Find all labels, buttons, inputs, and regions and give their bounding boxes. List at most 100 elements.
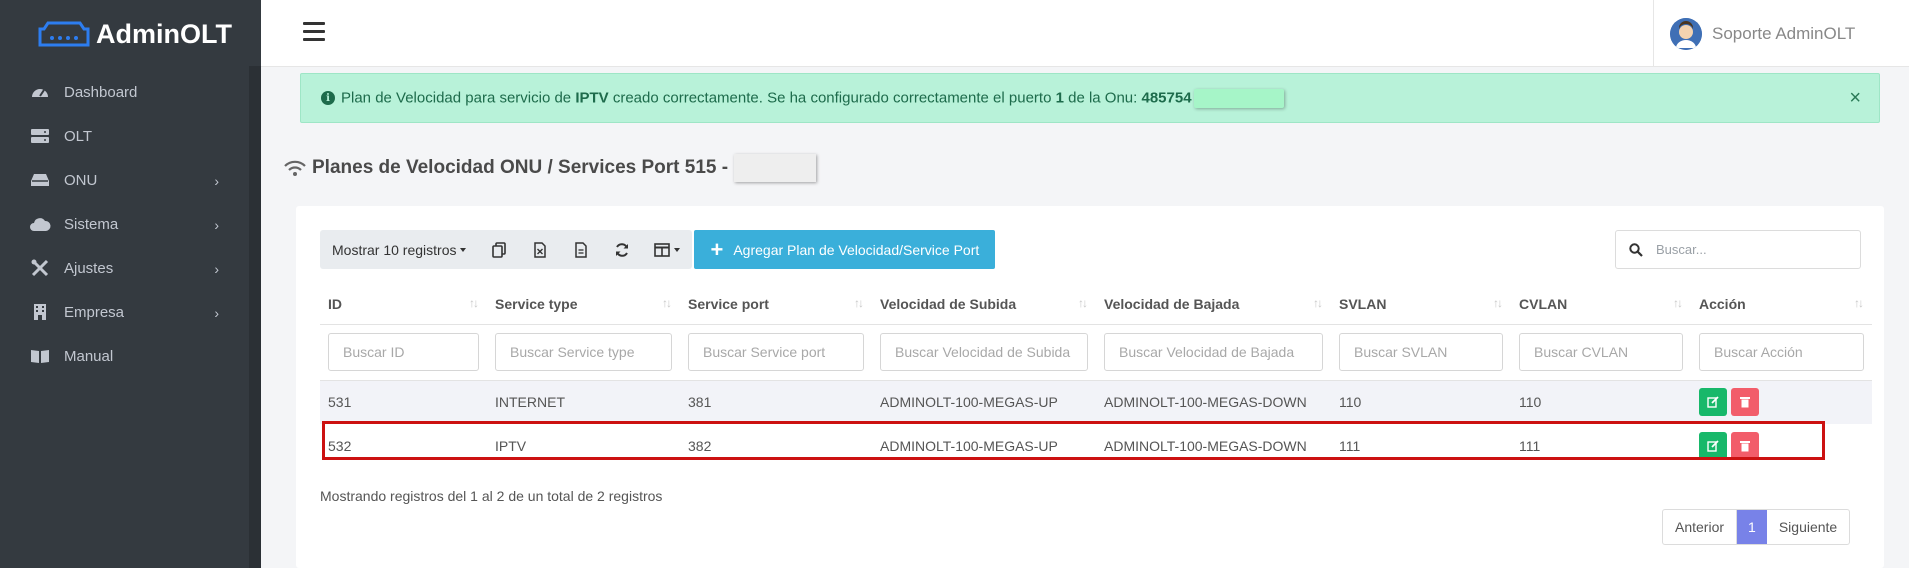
sidebar-item-label: OLT — [64, 127, 93, 145]
excel-button[interactable] — [519, 230, 560, 269]
sidebar-item-dashboard[interactable]: Dashboard — [0, 70, 261, 114]
column-header-id[interactable]: ID ↑↓ — [320, 284, 487, 325]
cell-svlan: 110 — [1331, 380, 1511, 424]
sort-icon: ↑↓ — [1493, 296, 1503, 310]
previous-page-button[interactable]: Anterior — [1663, 510, 1738, 544]
delete-button[interactable] — [1731, 388, 1759, 417]
avatar — [1670, 17, 1702, 50]
logo-icon — [38, 21, 90, 47]
cell-upload-speed: ADMINOLT-100-MEGAS-UP — [872, 380, 1096, 424]
edit-icon — [1707, 396, 1719, 408]
info-icon: i — [321, 91, 335, 105]
close-icon[interactable]: × — [1849, 87, 1861, 110]
page-length-dropdown[interactable]: Mostrar 10 registros — [320, 230, 478, 269]
header-label: Service type — [495, 295, 578, 312]
plus-icon: + — [710, 236, 724, 262]
column-header-download-speed[interactable]: Velocidad de Bajada ↑↓ — [1096, 284, 1331, 325]
add-speed-plan-button[interactable]: + Agregar Plan de Velocidad/Service Port — [694, 230, 996, 269]
trash-icon — [1740, 441, 1750, 452]
filter-upload-speed-input[interactable] — [880, 333, 1088, 371]
column-header-service-port[interactable]: Service port ↑↓ — [680, 284, 872, 325]
search-icon — [1616, 242, 1656, 257]
cell-download-speed: ADMINOLT-100-MEGAS-DOWN — [1104, 438, 1307, 454]
cell-upload-speed: ADMINOLT-100-MEGAS-UP — [880, 438, 1058, 454]
alert-text-2: creado correctamente. Se ha configurado … — [608, 88, 1056, 106]
filter-row — [320, 324, 1872, 381]
export-button-group: Mostrar 10 registros — [320, 230, 693, 269]
sort-icon: ↑↓ — [469, 296, 479, 310]
sort-icon: ↑↓ — [1313, 296, 1323, 310]
filter-download-speed-input[interactable] — [1104, 333, 1323, 371]
book-icon — [28, 346, 52, 366]
copy-icon — [492, 241, 506, 258]
filter-id-input[interactable] — [328, 333, 479, 371]
building-icon — [28, 302, 52, 322]
speed-plans-table: ID ↑↓ Service type ↑↓ Service port ↑↓ Veloc… — [320, 284, 1872, 468]
header-label: SVLAN — [1339, 295, 1387, 312]
sidebar: AdminOLT Dashboard OLT ONU › Sistema › A… — [0, 0, 261, 568]
filter-action-input[interactable] — [1699, 333, 1864, 371]
chevron-right-icon: › — [214, 173, 219, 189]
user-menu[interactable]: Soporte AdminOLT — [1653, 0, 1895, 67]
table-info: Mostrando registros del 1 al 2 de un tot… — [320, 488, 663, 504]
column-header-service-type[interactable]: Service type ↑↓ — [487, 284, 680, 325]
brand-name: AdminOLT — [96, 18, 232, 49]
caret-down-icon — [460, 247, 467, 252]
sidebar-item-label: Sistema — [64, 215, 119, 233]
page-title-text: Planes de Velocidad ONU / Services Port … — [312, 157, 729, 178]
column-header-action[interactable]: Acción ↑↓ — [1691, 284, 1872, 325]
filter-service-type-input[interactable] — [495, 333, 672, 371]
copy-button[interactable] — [478, 230, 519, 269]
chevron-right-icon: › — [214, 261, 219, 277]
page-1-button[interactable]: 1 — [1737, 510, 1767, 544]
column-header-cvlan[interactable]: CVLAN ↑↓ — [1511, 284, 1691, 325]
file-excel-icon — [534, 241, 546, 258]
sidebar-item-label: Ajustes — [64, 259, 114, 277]
hdd-icon — [28, 170, 52, 190]
delete-button[interactable] — [1731, 432, 1759, 460]
header-label: Velocidad de Bajada — [1104, 295, 1240, 312]
next-page-button[interactable]: Siguiente — [1767, 510, 1849, 544]
filter-service-port-input[interactable] — [688, 333, 864, 371]
header-label: CVLAN — [1519, 295, 1568, 312]
header-label: Service port — [688, 295, 769, 312]
brand[interactable]: AdminOLT — [0, 0, 261, 68]
search-input[interactable] — [1656, 242, 1846, 257]
cell-svlan: 111 — [1339, 438, 1361, 454]
alert-port: 1 — [1055, 88, 1064, 106]
sidebar-item-olt[interactable]: OLT — [0, 114, 261, 158]
menu-toggle-icon[interactable] — [303, 22, 325, 42]
column-header-upload-speed[interactable]: Velocidad de Subida ↑↓ — [872, 284, 1096, 325]
server-icon — [28, 126, 52, 146]
trash-icon — [1740, 397, 1750, 408]
column-header-svlan[interactable]: SVLAN ↑↓ — [1331, 284, 1511, 325]
table-toolbar: Mostrar 10 registros + Agregar Plan de V… — [320, 230, 996, 269]
cell-service-type: INTERNET — [487, 380, 680, 424]
sidebar-item-label: Empresa — [64, 303, 125, 321]
column-visibility-button[interactable] — [642, 230, 692, 269]
sidebar-menu: Dashboard OLT ONU › Sistema › Ajustes › … — [0, 70, 261, 378]
table-header-row: ID ↑↓ Service type ↑↓ Service port ↑↓ Veloc… — [320, 284, 1872, 325]
sort-icon: ↑↓ — [854, 296, 864, 310]
filter-svlan-input[interactable] — [1339, 333, 1503, 371]
pdf-button[interactable] — [560, 230, 601, 269]
alert-onu-serial: 485754 — [1141, 88, 1192, 106]
pagination: Anterior 1 Siguiente — [1662, 509, 1851, 545]
sidebar-item-empresa[interactable]: Empresa › — [0, 290, 261, 334]
refresh-button[interactable] — [601, 230, 642, 269]
columns-icon — [654, 242, 671, 257]
filter-cvlan-input[interactable] — [1519, 333, 1683, 371]
cell-service-port: 381 — [680, 380, 872, 424]
edit-button[interactable] — [1699, 432, 1727, 460]
topbar: Soporte AdminOLT — [261, 0, 1909, 67]
cell-service-port: 382 — [688, 438, 712, 454]
sidebar-item-onu[interactable]: ONU › — [0, 158, 261, 202]
edit-button[interactable] — [1699, 388, 1727, 417]
sidebar-scrollbar[interactable] — [249, 66, 261, 568]
sidebar-item-manual[interactable]: Manual — [0, 334, 261, 378]
table-row: 532 IPTV 382 ADMINOLT-100-MEGAS-UP ADMIN… — [320, 424, 1872, 468]
alert-text-3: de la Onu: — [1063, 88, 1142, 106]
cell-cvlan: 111 — [1519, 438, 1541, 454]
sidebar-item-ajustes[interactable]: Ajustes › — [0, 246, 261, 290]
sidebar-item-sistema[interactable]: Sistema › — [0, 202, 261, 246]
